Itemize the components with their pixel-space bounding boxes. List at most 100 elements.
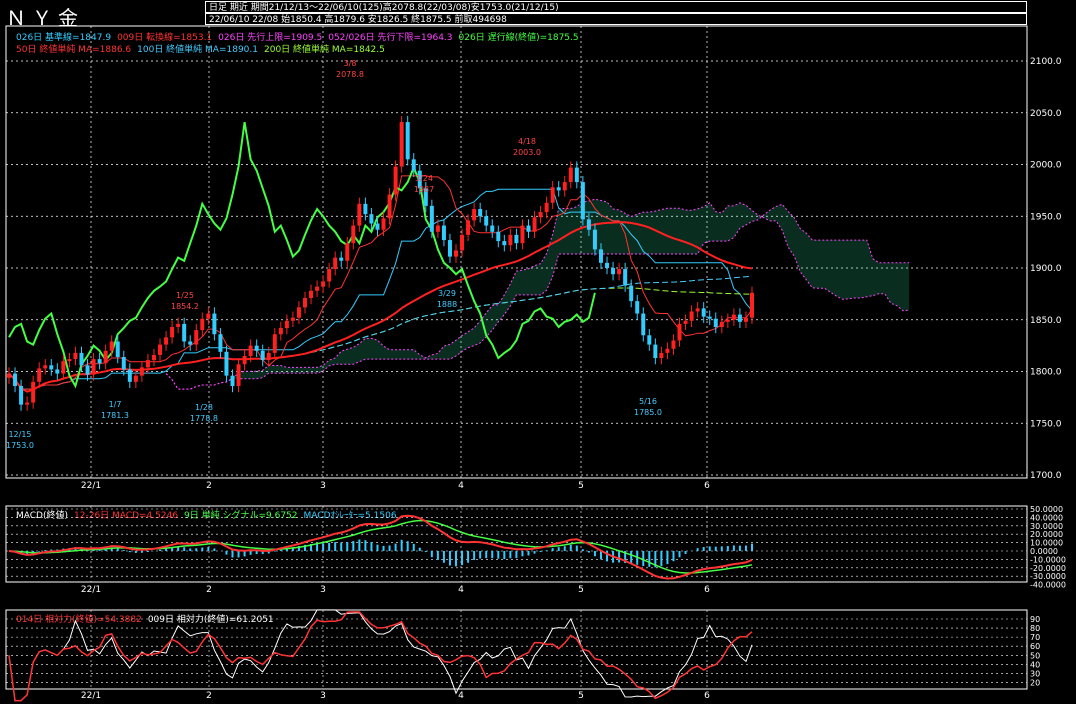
- candle-body: [598, 249, 603, 263]
- candle-body: [562, 182, 567, 191]
- candle-body: [164, 337, 169, 345]
- candle-body: [321, 281, 326, 287]
- candle-body: [532, 217, 537, 232]
- price-annotation-value: 1785.0: [634, 408, 662, 417]
- candle-body: [725, 319, 730, 322]
- candle-body: [556, 187, 561, 191]
- candle-body: [236, 364, 241, 386]
- y-tick-label: 1800.0: [1030, 368, 1062, 378]
- candle-body: [611, 268, 616, 275]
- candle-body: [701, 308, 706, 317]
- macd-x-tick: 3: [320, 585, 326, 595]
- candle-body: [653, 344, 658, 359]
- macd-y-tick: -40.0000: [1030, 581, 1066, 590]
- candle-body: [327, 269, 332, 282]
- price-annotation-date: 3/29: [438, 289, 456, 298]
- candle-body: [574, 167, 579, 183]
- candle-body: [496, 231, 501, 242]
- y-tick-label: 1750.0: [1030, 419, 1062, 429]
- candle-body: [218, 334, 223, 352]
- candle-body: [635, 301, 640, 314]
- candle-body: [478, 209, 483, 217]
- candle-body: [151, 354, 156, 361]
- candle-body: [7, 373, 11, 378]
- price-annotation-date: 1/28: [195, 403, 213, 412]
- candle-body: [79, 352, 84, 366]
- rsi-x-tick: 5: [578, 691, 584, 701]
- candle-body: [212, 313, 217, 335]
- rsi-x-tick: 6: [704, 691, 710, 701]
- candle-body: [641, 313, 646, 336]
- candle-body: [466, 220, 471, 235]
- candle-body: [309, 290, 314, 299]
- candle-body: [97, 359, 102, 364]
- candle-body: [568, 167, 573, 183]
- candle-body: [617, 269, 622, 275]
- macd-x-tick: 22/1: [81, 585, 101, 595]
- candle-body: [315, 286, 320, 291]
- candle-body: [737, 314, 742, 322]
- x-tick-label: 2: [206, 481, 212, 491]
- rsi-y-tick: 30: [1030, 669, 1040, 678]
- x-tick-label: 3: [320, 481, 326, 491]
- candle-body: [683, 320, 688, 324]
- candle-body: [194, 330, 199, 345]
- rsi-y-tick: 80: [1030, 624, 1040, 633]
- rsi-y-tick: 20: [1030, 678, 1040, 687]
- y-tick-label: 1700.0: [1030, 471, 1062, 481]
- candle-body: [538, 212, 543, 218]
- candle-body: [115, 341, 120, 358]
- chikou-line: [8, 121, 596, 389]
- candle-body: [31, 381, 36, 403]
- candle-body: [713, 318, 718, 327]
- candle-body: [200, 318, 205, 331]
- macd-line: [8, 514, 753, 580]
- price-annotation-value: 1987: [414, 185, 434, 194]
- candle-body: [429, 205, 434, 232]
- x-tick-label: 5: [578, 481, 584, 491]
- candle-body: [387, 194, 392, 219]
- candle-body: [435, 225, 440, 232]
- candle-body: [399, 122, 404, 167]
- candle-body: [454, 250, 459, 257]
- main-panel-frame: [5, 25, 1028, 479]
- rsi-x-tick: 2: [206, 691, 212, 701]
- price-annotation-value: 1781.3: [101, 411, 129, 420]
- candle-body: [145, 360, 150, 368]
- candle-body: [13, 373, 18, 386]
- macd-x-tick: 6: [704, 585, 710, 595]
- x-tick-label: 4: [458, 481, 464, 491]
- candle-body: [345, 243, 350, 261]
- rsi-panel-frame: [5, 609, 1028, 690]
- macd-x-tick: 5: [578, 585, 584, 595]
- candle-body: [695, 308, 700, 312]
- candle-body: [743, 317, 748, 322]
- macd-x-tick: 4: [458, 585, 464, 595]
- ma200-line: [8, 287, 752, 393]
- candle-body: [25, 402, 30, 405]
- candle-body: [296, 307, 301, 318]
- candle-body: [605, 262, 610, 268]
- candle-body: [629, 285, 634, 302]
- candle-body: [49, 365, 54, 370]
- macd-x-tick: 2: [206, 585, 212, 595]
- candle-body: [85, 365, 90, 375]
- price-annotation-value: 2078.8: [336, 70, 364, 79]
- candle-body: [502, 241, 507, 246]
- candle-body: [405, 122, 410, 160]
- y-tick-label: 1950.0: [1030, 212, 1062, 222]
- candle-body: [19, 385, 24, 405]
- candle-body: [490, 225, 495, 232]
- price-annotation-date: 1/7: [109, 400, 122, 409]
- candle-body: [623, 269, 628, 286]
- candle-body: [393, 166, 398, 195]
- candle-body: [750, 292, 754, 318]
- candle-body: [689, 311, 694, 321]
- rsi-y-tick: 60: [1030, 642, 1040, 651]
- candle-body: [719, 321, 724, 327]
- candle-body: [351, 225, 356, 244]
- y-tick-label: 2000.0: [1030, 161, 1062, 171]
- price-annotation-value: 1778.8: [190, 414, 218, 423]
- price-annotation-date: 3/8: [344, 59, 357, 68]
- rsi-y-tick: 40: [1030, 660, 1040, 669]
